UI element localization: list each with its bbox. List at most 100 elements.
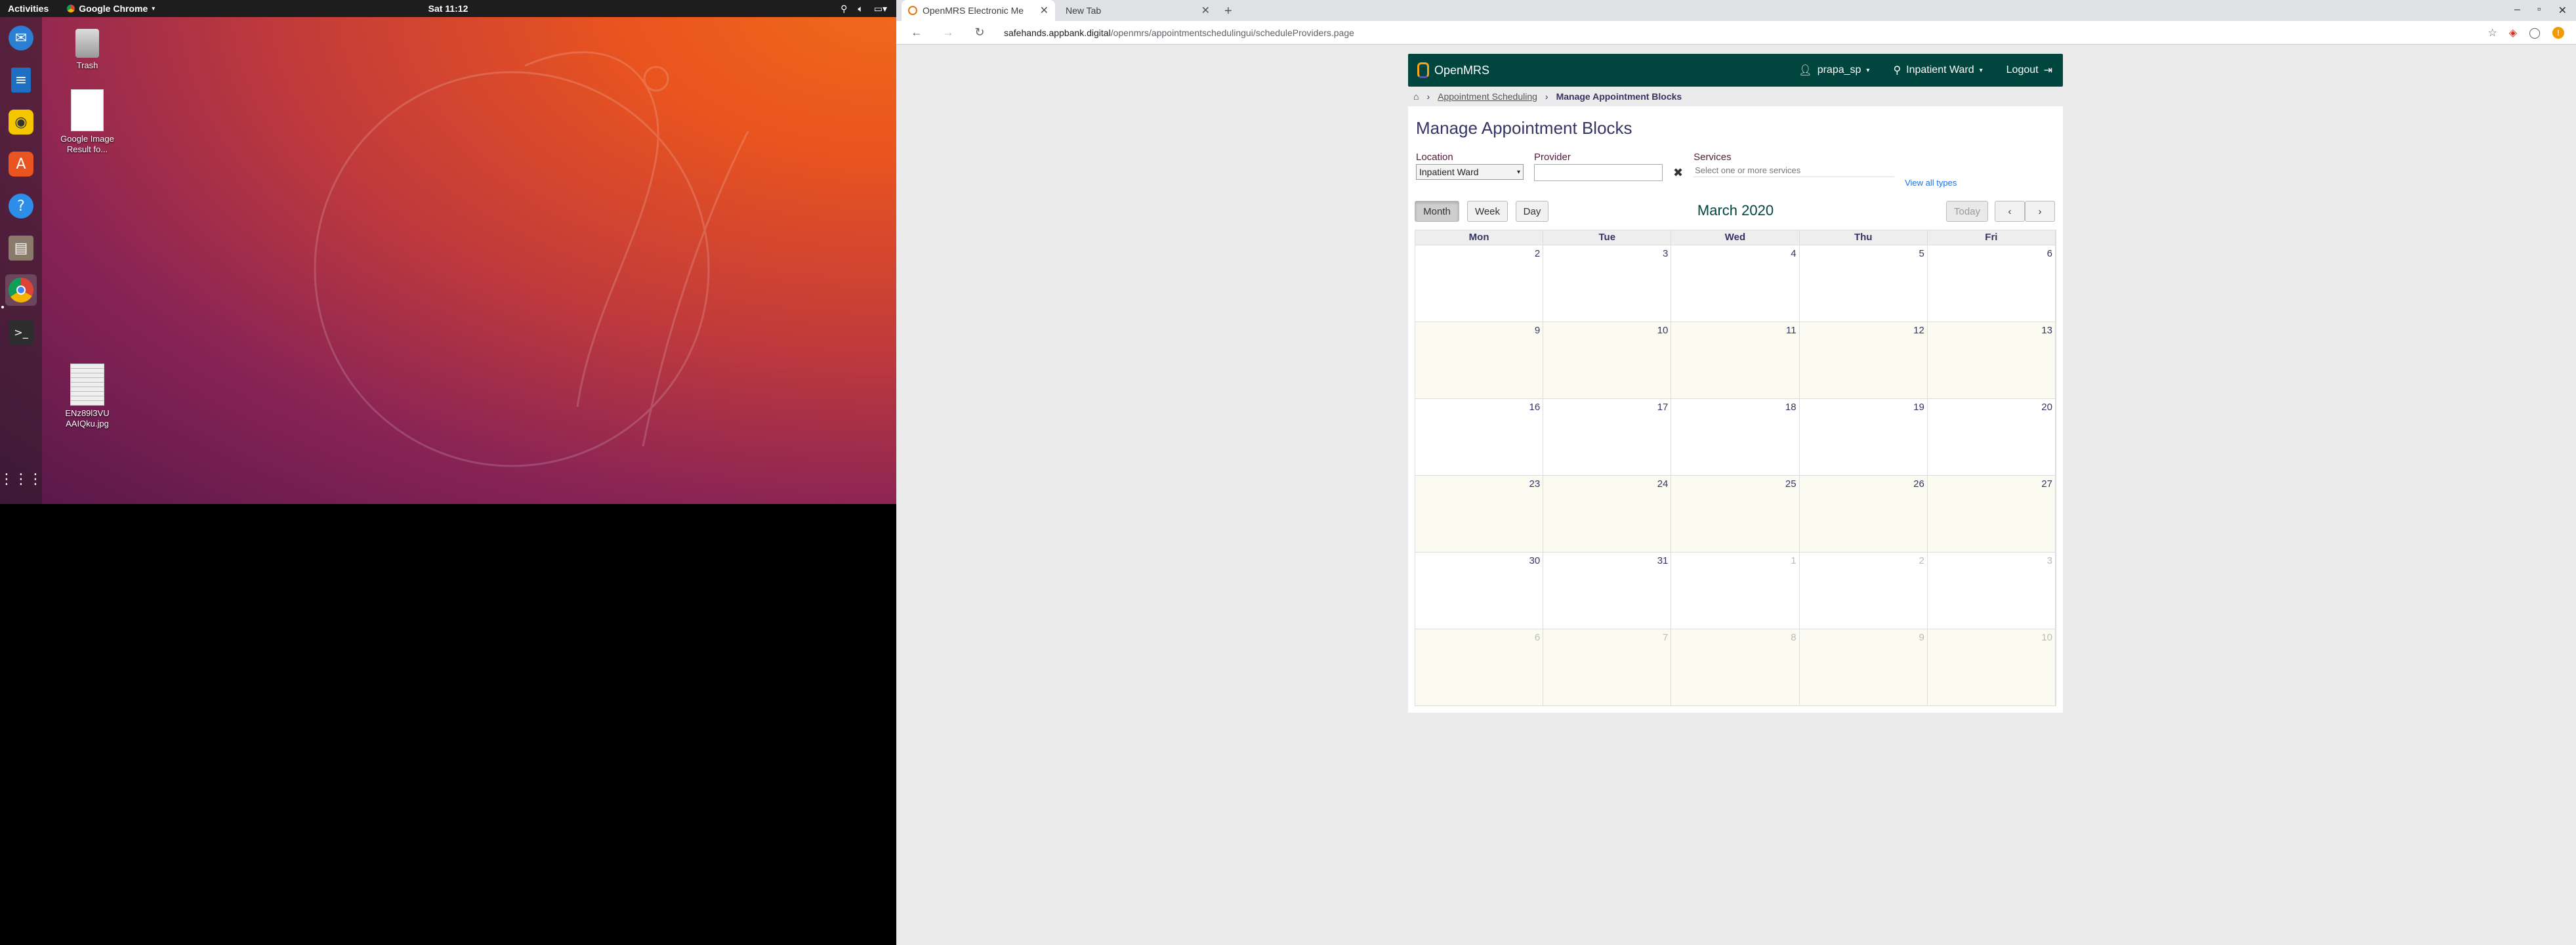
day-cell[interactable]: 4 xyxy=(1671,245,1800,322)
day-cell-other-month[interactable]: 10 xyxy=(1927,629,2056,705)
day-cell-other-month[interactable]: 6 xyxy=(1415,629,1544,705)
day-cell[interactable]: 18 xyxy=(1671,398,1800,475)
dock-terminal[interactable]: >_ xyxy=(5,316,37,348)
day-cell[interactable]: 23 xyxy=(1415,475,1544,552)
dock-app-grid[interactable]: ⋮⋮⋮ xyxy=(0,463,43,495)
day-cell[interactable]: 31 xyxy=(1543,552,1672,629)
provider-input[interactable] xyxy=(1534,164,1663,181)
dock-rhythmbox[interactable]: ◉ xyxy=(5,106,37,138)
day-cell[interactable]: 30 xyxy=(1415,552,1544,629)
minimize-icon[interactable]: – xyxy=(2514,4,2520,17)
tab-new[interactable]: New Tab ✕ xyxy=(1059,0,1216,21)
day-cell[interactable]: 11 xyxy=(1671,322,1800,398)
day-cell[interactable]: 16 xyxy=(1415,398,1544,475)
accessibility-icon[interactable]: ⚲ xyxy=(841,3,847,14)
day-cell-other-month[interactable]: 3 xyxy=(1927,552,2056,629)
view-all-types-link[interactable]: View all types xyxy=(1905,178,1957,188)
browser-toolbar: ← → ↻ safehands.appbank.digital/openmrs/… xyxy=(896,21,2576,45)
next-month-button[interactable]: › xyxy=(2025,201,2055,222)
day-cell-other-month[interactable]: 2 xyxy=(1799,552,1928,629)
chevron-right-icon: › xyxy=(1545,91,1548,102)
dock: ✉ ≡ ◉ A ? ▤ >_ ⋮⋮⋮ xyxy=(0,17,43,504)
dock-help[interactable]: ? xyxy=(5,190,37,222)
new-tab-icon[interactable]: + xyxy=(1224,4,1232,19)
dock-chrome[interactable] xyxy=(5,274,37,306)
day-cell[interactable]: 9 xyxy=(1415,322,1544,398)
dock-writer[interactable]: ≡ xyxy=(5,64,37,96)
prev-month-button[interactable]: ‹ xyxy=(1995,201,2025,222)
today-button[interactable]: Today xyxy=(1946,201,1988,222)
breadcrumb-appointment-scheduling[interactable]: Appointment Scheduling xyxy=(1438,91,1537,102)
maximize-icon[interactable]: ▫ xyxy=(2537,4,2541,17)
libreoffice-writer-icon: ≡ xyxy=(11,68,31,93)
desktop-icon-trash[interactable]: Trash xyxy=(58,29,117,71)
calendar-title: March 2020 xyxy=(1697,202,1774,219)
close-icon[interactable]: ✕ xyxy=(1040,4,1049,17)
desktop-icon-jpg[interactable]: ENz89l3VU AAIQku.jpg xyxy=(58,364,117,429)
location-select[interactable]: Inpatient Ward ▾ xyxy=(1416,164,1524,180)
header-menus: 👤︎ prapa_sp ▾ ⚲ Inpatient Ward ▾ Logout … xyxy=(1798,64,2052,77)
running-indicator xyxy=(1,306,4,308)
location-menu[interactable]: ⚲ Inpatient Ward ▾ xyxy=(1893,64,1982,77)
desktop-icon-google-image[interactable]: Google Image Result fo... xyxy=(58,89,117,154)
back-icon[interactable]: ← xyxy=(905,26,928,39)
day-cell-other-month[interactable]: 9 xyxy=(1799,629,1928,705)
day-cell[interactable]: 10 xyxy=(1543,322,1672,398)
forward-icon[interactable]: → xyxy=(937,26,959,39)
day-cell[interactable]: 25 xyxy=(1671,475,1800,552)
day-cell[interactable]: 12 xyxy=(1799,322,1928,398)
day-cell[interactable]: 2 xyxy=(1415,245,1544,322)
reload-icon[interactable]: ↻ xyxy=(968,26,991,39)
week-view-button[interactable]: Week xyxy=(1467,201,1508,222)
dock-files[interactable]: ▤ xyxy=(5,232,37,264)
clear-provider-icon[interactable]: ✖ xyxy=(1673,166,1683,180)
user-menu[interactable]: 👤︎ prapa_sp ▾ xyxy=(1798,64,1869,77)
day-cell[interactable]: 19 xyxy=(1799,398,1928,475)
weekday-mon: Mon xyxy=(1415,230,1544,245)
day-cell[interactable]: 5 xyxy=(1799,245,1928,322)
openmrs-logo[interactable]: OpenMRS xyxy=(1417,62,1489,78)
tab-openmrs[interactable]: OpenMRS Electronic Me ✕ xyxy=(902,0,1055,21)
day-cell[interactable]: 13 xyxy=(1927,322,2056,398)
month-view-button[interactable]: Month xyxy=(1415,201,1459,222)
day-cell-other-month[interactable]: 8 xyxy=(1671,629,1800,705)
profile-icon[interactable]: ◯ xyxy=(2529,26,2541,39)
extension-icon[interactable]: ◈ xyxy=(2509,26,2517,39)
software-center-icon: A xyxy=(9,152,33,177)
day-cell[interactable]: 20 xyxy=(1927,398,2056,475)
update-warning-icon[interactable]: ! xyxy=(2552,27,2564,39)
window-controls: – ▫ ✕ xyxy=(2514,4,2567,17)
logout-label: Logout xyxy=(2006,64,2039,75)
calendar-grid: 2 3 4 5 6 9 10 11 12 13 16 17 18 19 20 2… xyxy=(1415,245,2056,705)
chrome-small-icon xyxy=(67,5,75,12)
day-cell[interactable]: 27 xyxy=(1927,475,2056,552)
day-cell[interactable]: 24 xyxy=(1543,475,1672,552)
terminal-icon: >_ xyxy=(9,320,33,345)
openmrs-app: OpenMRS 👤︎ prapa_sp ▾ ⚲ Inpatient Ward ▾ xyxy=(1408,54,2063,713)
day-view-button[interactable]: Day xyxy=(1516,201,1548,222)
day-cell[interactable]: 17 xyxy=(1543,398,1672,475)
address-bar[interactable]: safehands.appbank.digital/openmrs/appoin… xyxy=(1004,28,1354,38)
dock-thunderbird[interactable]: ✉ xyxy=(5,22,37,54)
day-cell[interactable]: 26 xyxy=(1799,475,1928,552)
volume-icon[interactable]: 🔈︎ xyxy=(858,3,863,14)
close-window-icon[interactable]: ✕ xyxy=(2558,4,2567,17)
bookmark-star-icon[interactable]: ☆ xyxy=(2487,26,2497,39)
logout-link[interactable]: Logout ⇥ xyxy=(2006,64,2052,77)
day-cell-other-month[interactable]: 1 xyxy=(1671,552,1800,629)
services-input[interactable]: Select one or more services xyxy=(1693,165,1895,177)
day-cell-other-month[interactable]: 7 xyxy=(1543,629,1672,705)
location-name: Inpatient Ward xyxy=(1906,64,1974,75)
system-tray[interactable]: ⚲ 🔈︎ ▭▾ xyxy=(841,3,887,14)
day-cell[interactable]: 6 xyxy=(1927,245,2056,322)
home-icon[interactable]: ⌂ xyxy=(1413,91,1419,102)
chrome-icon xyxy=(9,278,33,303)
app-menu[interactable]: Google Chrome ▾ xyxy=(67,3,155,14)
day-cell[interactable]: 3 xyxy=(1543,245,1672,322)
close-icon[interactable]: ✕ xyxy=(1201,4,1210,17)
provider-label: Provider xyxy=(1534,152,1571,163)
activities-button[interactable]: Activities xyxy=(8,3,49,14)
dock-software[interactable]: A xyxy=(5,148,37,180)
battery-icon[interactable]: ▭▾ xyxy=(874,3,887,14)
clock[interactable]: Sat 11:12 xyxy=(428,3,468,14)
